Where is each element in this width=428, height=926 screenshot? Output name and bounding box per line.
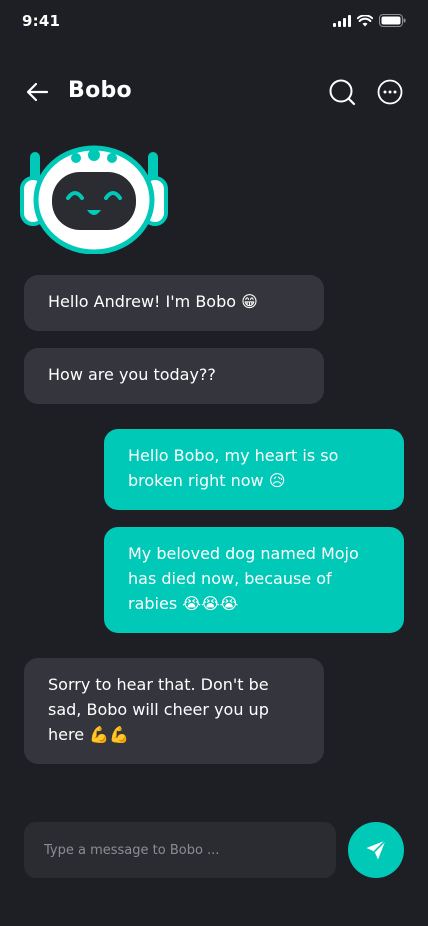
message-bubble-bot: Sorry to hear that. Don't be sad, Bobo w…: [24, 658, 324, 764]
wifi-icon: [357, 14, 373, 26]
message-bubble-bot: How are you today??: [24, 348, 324, 404]
signal-icon: [333, 14, 351, 27]
message-bubble-bot: Hello Andrew! I'm Bobo 😁: [24, 275, 324, 331]
search-icon: [329, 79, 356, 106]
message-bubble-user: My beloved dog named Mojo has died now, …: [104, 527, 404, 633]
back-arrow-icon: [26, 82, 49, 102]
send-button[interactable]: [348, 822, 404, 878]
status-bar: 9:41: [0, 0, 428, 44]
send-icon: [366, 839, 387, 860]
more-options-icon: [377, 79, 403, 105]
battery-icon: [379, 14, 406, 27]
message-bubble-user: Hello Bobo, my heart is so broken right …: [104, 429, 404, 510]
chat-header: Bobo: [0, 68, 428, 116]
more-options-button[interactable]: [376, 78, 404, 106]
search-button[interactable]: [328, 78, 356, 106]
status-time: 9:41: [22, 12, 61, 30]
message-input[interactable]: [24, 822, 336, 878]
robot-avatar-icon: [20, 145, 168, 254]
back-button[interactable]: [24, 78, 52, 106]
status-icons: [333, 14, 406, 27]
chat-title: Bobo: [68, 78, 132, 103]
message-composer: [24, 822, 336, 878]
